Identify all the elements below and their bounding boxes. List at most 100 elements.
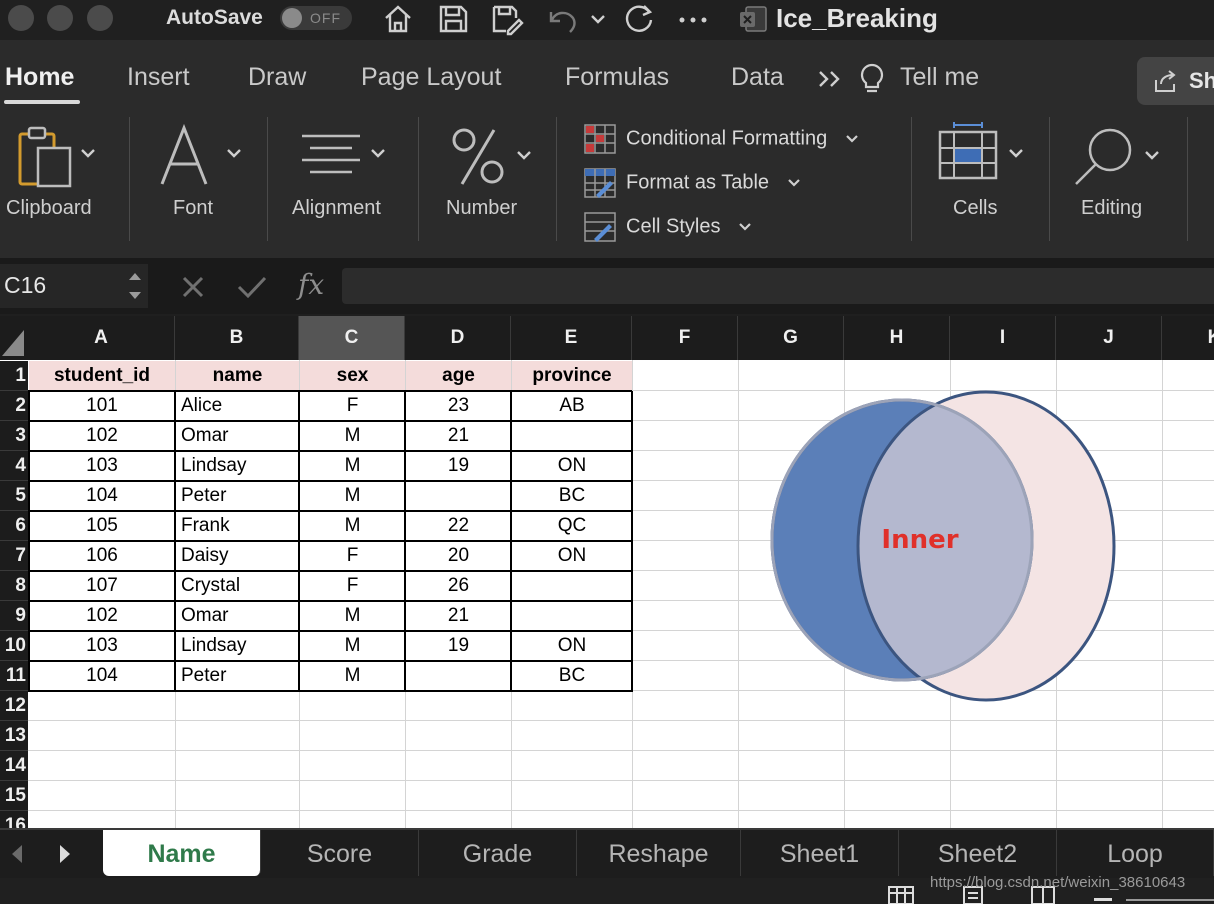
cell-age[interactable]: 21 [406, 601, 511, 631]
cell-sex[interactable]: F [300, 541, 405, 571]
search-icon[interactable] [1072, 126, 1164, 188]
cell-sex[interactable]: M [300, 481, 405, 511]
column-header-h[interactable]: H [844, 316, 950, 360]
column-title-student-id[interactable]: student_id [29, 361, 175, 391]
sheet-tab-reshape[interactable]: Reshape [577, 830, 741, 876]
row-header[interactable]: 6 [0, 511, 28, 541]
cell-student-id[interactable]: 103 [29, 451, 175, 481]
column-header-i[interactable]: I [950, 316, 1056, 360]
sheet-tab-loop[interactable]: Loop [1057, 830, 1214, 876]
cell-age[interactable] [406, 481, 511, 511]
cell-sex[interactable]: M [300, 511, 405, 541]
cell-name[interactable]: Crystal [176, 571, 299, 601]
conditional-formatting-button[interactable]: Conditional Formatting [584, 124, 859, 154]
cell-student-id[interactable]: 101 [29, 391, 175, 421]
cell-name[interactable]: Lindsay [176, 631, 299, 661]
cell-sex[interactable]: M [300, 421, 405, 451]
column-header-k[interactable]: K [1162, 316, 1214, 360]
undo-icon[interactable] [545, 2, 579, 36]
sheet-tab-sheet2[interactable]: Sheet2 [899, 830, 1057, 876]
column-header-c[interactable]: C [299, 316, 405, 360]
tab-data[interactable]: Data [731, 63, 784, 92]
normal-view-icon[interactable] [886, 884, 916, 904]
column-header-f[interactable]: F [632, 316, 738, 360]
row-header[interactable]: 1 [0, 361, 28, 391]
cell-student-id[interactable]: 107 [29, 571, 175, 601]
cell-name[interactable]: Omar [176, 421, 299, 451]
zoom-slider[interactable] [1126, 899, 1214, 901]
cell-student-id[interactable]: 103 [29, 631, 175, 661]
column-header-d[interactable]: D [405, 316, 511, 360]
sheet-tab-grade[interactable]: Grade [419, 830, 577, 876]
cell-sex[interactable]: M [300, 631, 405, 661]
worksheet-grid[interactable]: A B C D E F G H I J K 123456789101112131… [0, 316, 1214, 828]
cell-student-id[interactable]: 104 [29, 661, 175, 691]
column-header-a[interactable]: A [28, 316, 175, 360]
cell-age[interactable]: 26 [406, 571, 511, 601]
undo-dropdown-chevron-icon[interactable] [588, 2, 608, 36]
more-tabs-chevron-icon[interactable] [817, 68, 843, 90]
cell-age[interactable]: 21 [406, 421, 511, 451]
row-header[interactable]: 13 [0, 721, 28, 751]
cell-name[interactable]: Lindsay [176, 451, 299, 481]
cell-province[interactable]: BC [512, 661, 632, 691]
cell-province[interactable]: BC [512, 481, 632, 511]
formula-input[interactable] [342, 268, 1214, 304]
cell-student-id[interactable]: 104 [29, 481, 175, 511]
cell-province[interactable] [512, 571, 632, 601]
redo-icon[interactable] [622, 2, 656, 36]
cell-age[interactable]: 20 [406, 541, 511, 571]
row-header[interactable]: 9 [0, 601, 28, 631]
insert-function-button[interactable]: fx [298, 268, 324, 301]
row-header[interactable]: 11 [0, 661, 28, 691]
cells-icon[interactable] [936, 122, 1028, 184]
row-header[interactable]: 16 [0, 811, 28, 828]
column-header-j[interactable]: J [1056, 316, 1162, 360]
column-title-province[interactable]: province [512, 361, 632, 391]
cell-student-id[interactable]: 102 [29, 421, 175, 451]
cell-name[interactable]: Daisy [176, 541, 299, 571]
cell-name[interactable]: Peter [176, 481, 299, 511]
cell-student-id[interactable]: 105 [29, 511, 175, 541]
cell-name[interactable]: Peter [176, 661, 299, 691]
row-header[interactable]: 3 [0, 421, 28, 451]
cell-sex[interactable]: M [300, 451, 405, 481]
zoom-out-icon[interactable] [1094, 898, 1112, 901]
row-header[interactable]: 15 [0, 781, 28, 811]
cell-student-id[interactable]: 102 [29, 601, 175, 631]
cell-province[interactable]: QC [512, 511, 632, 541]
tab-formulas[interactable]: Formulas [565, 63, 669, 92]
row-header[interactable]: 2 [0, 391, 28, 421]
row-header[interactable]: 8 [0, 571, 28, 601]
name-box-stepper-icon[interactable] [126, 268, 144, 304]
home-icon[interactable] [381, 2, 415, 36]
row-header[interactable]: 4 [0, 451, 28, 481]
select-all-corner-icon[interactable] [0, 316, 28, 360]
name-box[interactable]: C16 [0, 264, 148, 308]
document-title[interactable]: Ice_Breaking [776, 3, 938, 34]
cancel-entry-icon[interactable] [180, 274, 206, 300]
cell-styles-button[interactable]: Cell Styles [584, 212, 752, 242]
row-header[interactable]: 5 [0, 481, 28, 511]
cell-sex[interactable]: M [300, 661, 405, 691]
column-title-age[interactable]: age [406, 361, 511, 391]
sheet-tab-sheet1[interactable]: Sheet1 [741, 830, 899, 876]
next-sheet-icon[interactable] [54, 842, 76, 866]
cell-age[interactable]: 19 [406, 451, 511, 481]
percent-icon[interactable] [448, 126, 538, 188]
cell-province[interactable] [512, 421, 632, 451]
share-button[interactable]: Sh [1137, 57, 1214, 105]
cell-province[interactable]: AB [512, 391, 632, 421]
cell-province[interactable]: ON [512, 541, 632, 571]
cell-name[interactable]: Alice [176, 391, 299, 421]
lightbulb-icon[interactable] [858, 62, 886, 96]
tab-draw[interactable]: Draw [248, 63, 306, 92]
save-as-icon[interactable] [490, 2, 524, 36]
cell-province[interactable]: ON [512, 451, 632, 481]
minimize-window-button[interactable] [47, 5, 73, 31]
tell-me-search[interactable]: Tell me [900, 63, 979, 92]
cell-name[interactable]: Omar [176, 601, 299, 631]
cell-province[interactable]: ON [512, 631, 632, 661]
venn-diagram[interactable]: Inner [760, 390, 1130, 710]
tab-home[interactable]: Home [5, 63, 74, 92]
